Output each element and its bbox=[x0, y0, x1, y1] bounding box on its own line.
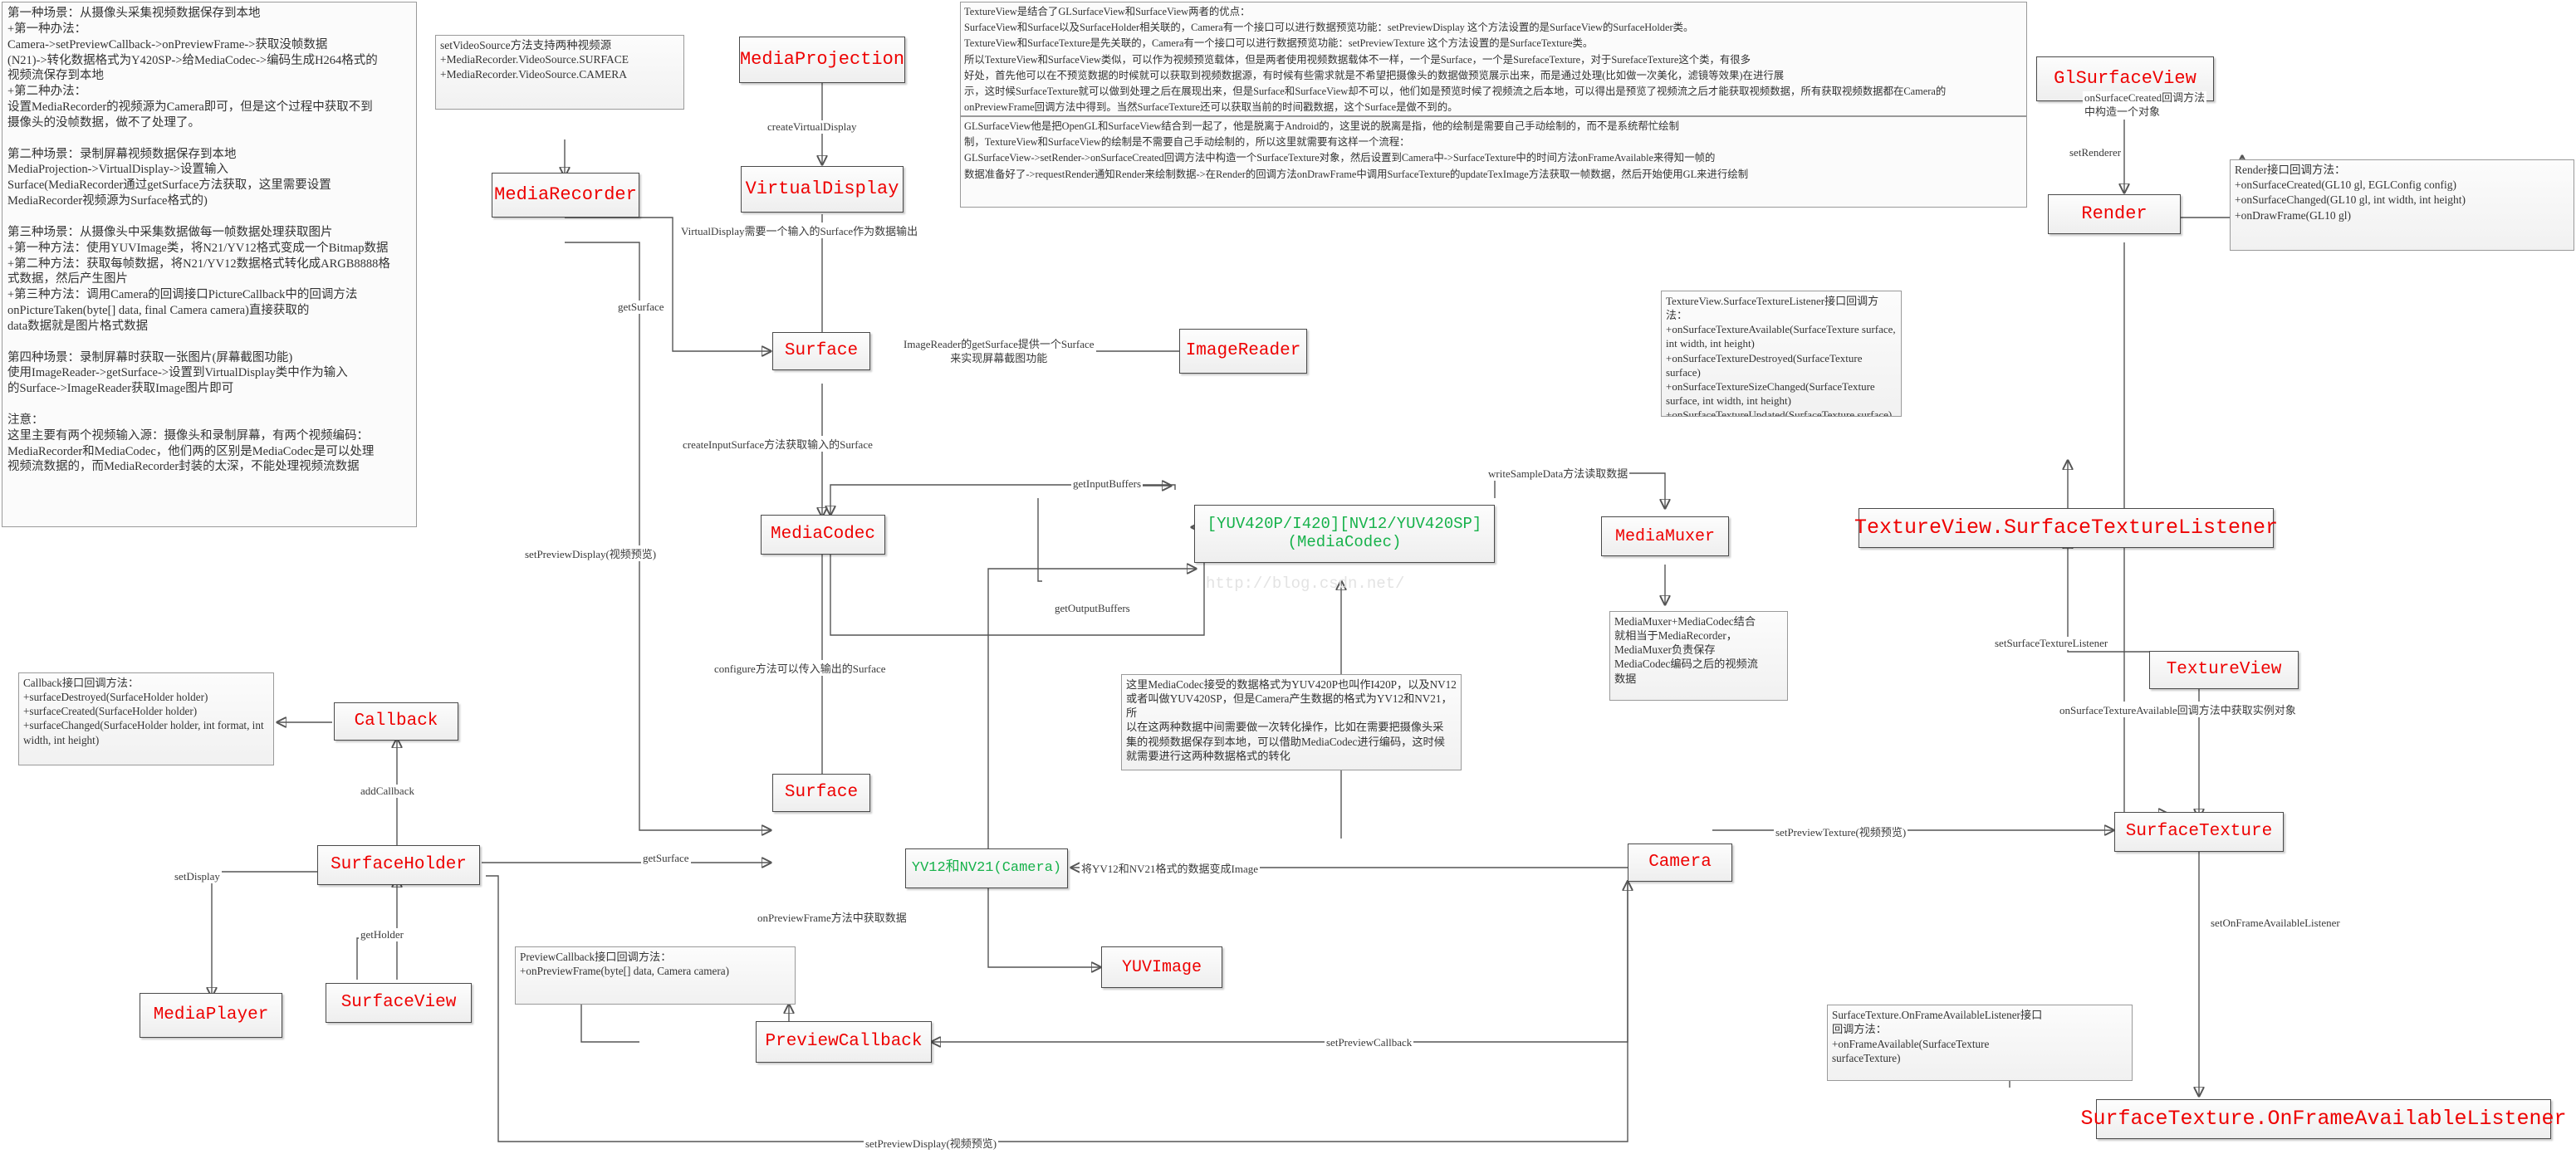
node-surfaceholder[interactable]: SurfaceHolder bbox=[317, 845, 480, 885]
label-write-sample-data: writeSampleData方法读取数据 bbox=[1486, 465, 1630, 481]
node-yuvimage[interactable]: YUVImage bbox=[1101, 946, 1222, 988]
label-to-image: 将YV12和NV21格式的数据变成Image bbox=[1080, 860, 1261, 876]
node-yv12-nv21[interactable]: YV12和NV21(Camera) bbox=[905, 848, 1068, 888]
previewcallback-interface-note: PreviewCallback接口回调方法： +onPreviewFrame(b… bbox=[515, 946, 796, 1005]
node-mediaprojection[interactable]: MediaProjection bbox=[739, 37, 905, 83]
label-get-input-buffers: getInputBuffers bbox=[1071, 477, 1144, 491]
onframeavailable-note: SurfaceTexture.OnFrameAvailableListener接… bbox=[1827, 1005, 2133, 1081]
label-set-display: setDisplay bbox=[173, 870, 222, 883]
label-set-preview-callback: setPreviewCallback bbox=[1325, 1036, 1414, 1049]
label-add-callback: addCallback bbox=[359, 785, 416, 798]
label-get-surface-top: getSurface bbox=[616, 301, 666, 314]
node-surface-top[interactable]: Surface bbox=[772, 332, 870, 370]
node-surfaceview[interactable]: SurfaceView bbox=[326, 983, 472, 1023]
node-surface-bottom[interactable]: Surface bbox=[772, 774, 870, 812]
label-create-input-surface: createInputSurface方法获取输入的Surface bbox=[681, 436, 874, 452]
glsurfaceview-explanation-note: GLSurfaceView他是把OpenGL和SurfaceView结合到一起了… bbox=[960, 116, 2027, 208]
node-camera[interactable]: Camera bbox=[1628, 843, 1732, 882]
node-callback[interactable]: Callback bbox=[334, 702, 458, 741]
node-imagereader[interactable]: ImageReader bbox=[1179, 329, 1307, 374]
label-setpreviewdisplay-top: setPreviewDisplay(视频预览) bbox=[523, 545, 659, 561]
label-on-preview-frame: onPreviewFrame方法中获取数据 bbox=[756, 909, 908, 925]
label-set-renderer: setRenderer bbox=[2068, 146, 2123, 159]
label-get-surface-bottom: getSurface bbox=[641, 852, 691, 865]
node-yuv-formats[interactable]: [YUV420P/I420][NV12/YUV420SP] (MediaCode… bbox=[1194, 505, 1495, 563]
texturelistener-callbacks-note: TextureView.SurfaceTextureListener接口回调方法… bbox=[1661, 291, 1902, 417]
label-set-onframeavailable-listener: setOnFrameAvailableListener bbox=[2209, 917, 2342, 930]
node-mediacodec[interactable]: MediaCodec bbox=[761, 515, 885, 555]
callback-interface-note: Callback接口回调方法： +surfaceDestroyed(Surfac… bbox=[18, 672, 274, 765]
node-virtualdisplay[interactable]: VirtualDisplay bbox=[741, 166, 904, 213]
label-on-surface-created: onSurfaceCreated回调方法 中构造一个对象 bbox=[2083, 91, 2207, 120]
label-set-preview-texture: setPreviewTexture(视频预览) bbox=[1774, 824, 1908, 839]
watermark: http://blog.csdn.net/ bbox=[1206, 575, 1405, 593]
label-create-virtual-display: createVirtualDisplay bbox=[766, 120, 859, 134]
label-on-surfacetexture-available: onSurfaceTextureAvailable回调方法中获取实例对象 bbox=[2058, 702, 2298, 717]
label-virtualdisplay-need: VirtualDisplay需要一个输入的Surface作为数据输出 bbox=[679, 222, 920, 238]
render-callbacks-note: Render接口回调方法： +onSurfaceCreated(GL10 gl,… bbox=[2230, 159, 2574, 251]
label-imagereader-getsurface: ImageReader的getSurface提供一个Surface 来实现屏幕截… bbox=[902, 338, 1096, 366]
label-configure: configure方法可以传入输出的Surface bbox=[713, 660, 888, 676]
node-textureview[interactable]: TextureView bbox=[2149, 651, 2299, 689]
node-surfacetexture-onframeavailablelistener[interactable]: SurfaceTexture.OnFrameAvailableListener bbox=[2080, 1099, 2567, 1139]
scenarios-note: 第一种场景：从摄像头采集视频数据保存到本地 +第一种办法： Camera->se… bbox=[2, 2, 417, 527]
node-previewcallback[interactable]: PreviewCallback bbox=[756, 1021, 932, 1063]
set-video-source-note: setVideoSource方法支持两种视频源 +MediaRecorder.V… bbox=[435, 35, 684, 110]
label-get-output-buffers: getOutputBuffers bbox=[1053, 602, 1132, 615]
mediacodec-format-note: 这里MediaCodec接受的数据格式为YUV420P也叫作I420P，以及NV… bbox=[1121, 674, 1462, 770]
label-set-surfacetexture-listener: setSurfaceTextureListener bbox=[1993, 637, 2110, 650]
label-get-holder: getHolder bbox=[359, 928, 405, 941]
node-textureview-surfacetexturelistener[interactable]: TextureView.SurfaceTextureListener bbox=[1854, 508, 2278, 548]
node-mediaplayer[interactable]: MediaPlayer bbox=[140, 993, 282, 1038]
textureview-explanation-note: TextureView是结合了GLSurfaceView和SurfaceView… bbox=[960, 2, 2027, 116]
node-mediamuxer[interactable]: MediaMuxer bbox=[1601, 516, 1729, 556]
mediamuxer-note: MediaMuxer+MediaCodec结合 就相当于MediaRecorde… bbox=[1609, 611, 1788, 701]
node-surfacetexture[interactable]: SurfaceTexture bbox=[2114, 812, 2284, 852]
node-mediarecorder[interactable]: MediaRecorder bbox=[492, 173, 639, 218]
node-render[interactable]: Render bbox=[2048, 194, 2181, 234]
label-setpreviewdisplay-bottom: setPreviewDisplay(视频预览) bbox=[864, 1135, 999, 1151]
